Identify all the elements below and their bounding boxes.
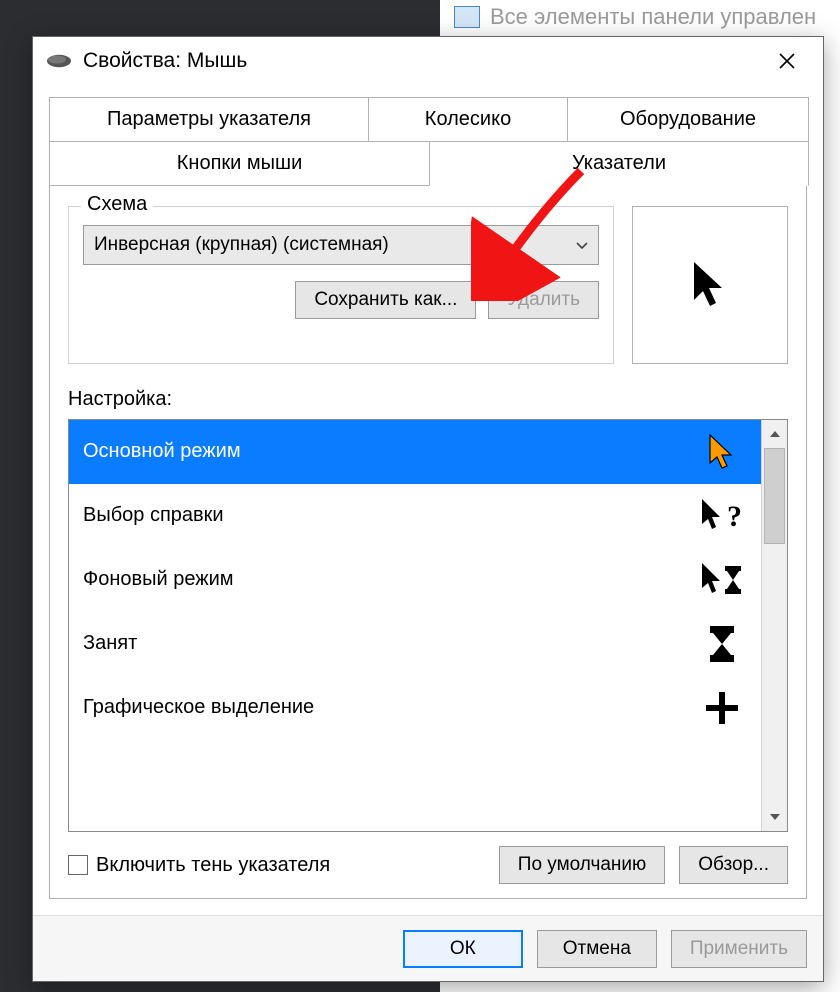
dialog-content: Параметры указателя Колесико Оборудовани… — [33, 85, 823, 915]
control-panel-label: Все элементы панели управлен — [490, 4, 816, 30]
scroll-up-button[interactable] — [762, 420, 787, 448]
cursor-preview — [632, 206, 788, 364]
scheme-selected-value: Инверсная (крупная) (системная) — [94, 234, 389, 256]
save-as-button[interactable]: Сохранить как... — [295, 281, 476, 319]
list-item-label: Занят — [83, 632, 137, 655]
tab-pointers[interactable]: Указатели — [429, 141, 809, 186]
cursor-listbox[interactable]: Основной режим Выбор справки ? — [68, 419, 788, 832]
ok-button[interactable]: ОК — [403, 930, 523, 968]
chevron-down-icon — [576, 237, 588, 253]
checkbox-box — [68, 855, 88, 875]
mouse-properties-dialog: Свойства: Мышь Параметры указателя Колес… — [32, 36, 824, 982]
scroll-down-button[interactable] — [762, 803, 787, 831]
listbox-scrollbar[interactable] — [761, 420, 787, 831]
list-item-label: Графическое выделение — [83, 696, 314, 719]
svg-text:?: ? — [727, 500, 742, 533]
scroll-track[interactable] — [762, 448, 787, 803]
tab-pointer-options[interactable]: Параметры указателя — [49, 97, 369, 142]
cursor-arrow-icon — [697, 430, 747, 474]
cursor-help-icon: ? — [697, 494, 747, 538]
list-item[interactable]: Основной режим — [69, 420, 761, 484]
mouse-icon — [45, 53, 73, 69]
control-panel-icon — [454, 6, 480, 28]
scheme-legend: Схема — [81, 193, 153, 216]
dialog-title: Свойства: Мышь — [83, 49, 763, 73]
list-item[interactable]: Выбор справки ? — [69, 484, 761, 548]
tab-page-pointers: Схема Инверсная (крупная) (системная) Со… — [49, 186, 807, 899]
scheme-fieldset: Схема Инверсная (крупная) (системная) Со… — [68, 206, 614, 364]
titlebar: Свойства: Мышь — [33, 37, 823, 85]
delete-button: Удалить — [488, 281, 599, 319]
tab-wheel[interactable]: Колесико — [368, 97, 568, 142]
list-item[interactable]: Занят — [69, 612, 761, 676]
dialog-button-row: ОК Отмена Применить — [33, 915, 823, 981]
browse-button[interactable]: Обзор... — [679, 846, 788, 884]
close-button[interactable] — [763, 41, 811, 81]
cursor-background-icon — [697, 558, 747, 602]
scroll-thumb[interactable] — [764, 448, 785, 544]
list-item-label: Фоновый режим — [83, 568, 234, 591]
list-item-label: Выбор справки — [83, 504, 224, 527]
tab-hardware[interactable]: Оборудование — [567, 97, 809, 142]
defaults-button[interactable]: По умолчанию — [499, 846, 666, 884]
list-item[interactable]: Фоновый режим — [69, 548, 761, 612]
cursor-busy-icon — [697, 622, 747, 666]
tab-buttons[interactable]: Кнопки мыши — [49, 141, 430, 186]
cursor-crosshair-icon — [697, 686, 747, 730]
tab-strip: Параметры указателя Колесико Оборудовани… — [49, 97, 807, 186]
customize-label: Настройка: — [68, 388, 788, 411]
cancel-button[interactable]: Отмена — [537, 930, 657, 968]
enable-shadow-checkbox[interactable]: Включить тень указателя — [68, 854, 330, 877]
list-item-label: Основной режим — [83, 440, 241, 463]
list-item[interactable]: Графическое выделение — [69, 676, 761, 740]
scheme-dropdown[interactable]: Инверсная (крупная) (системная) — [83, 225, 599, 265]
checkbox-label: Включить тень указателя — [96, 854, 330, 877]
apply-button: Применить — [671, 930, 807, 968]
